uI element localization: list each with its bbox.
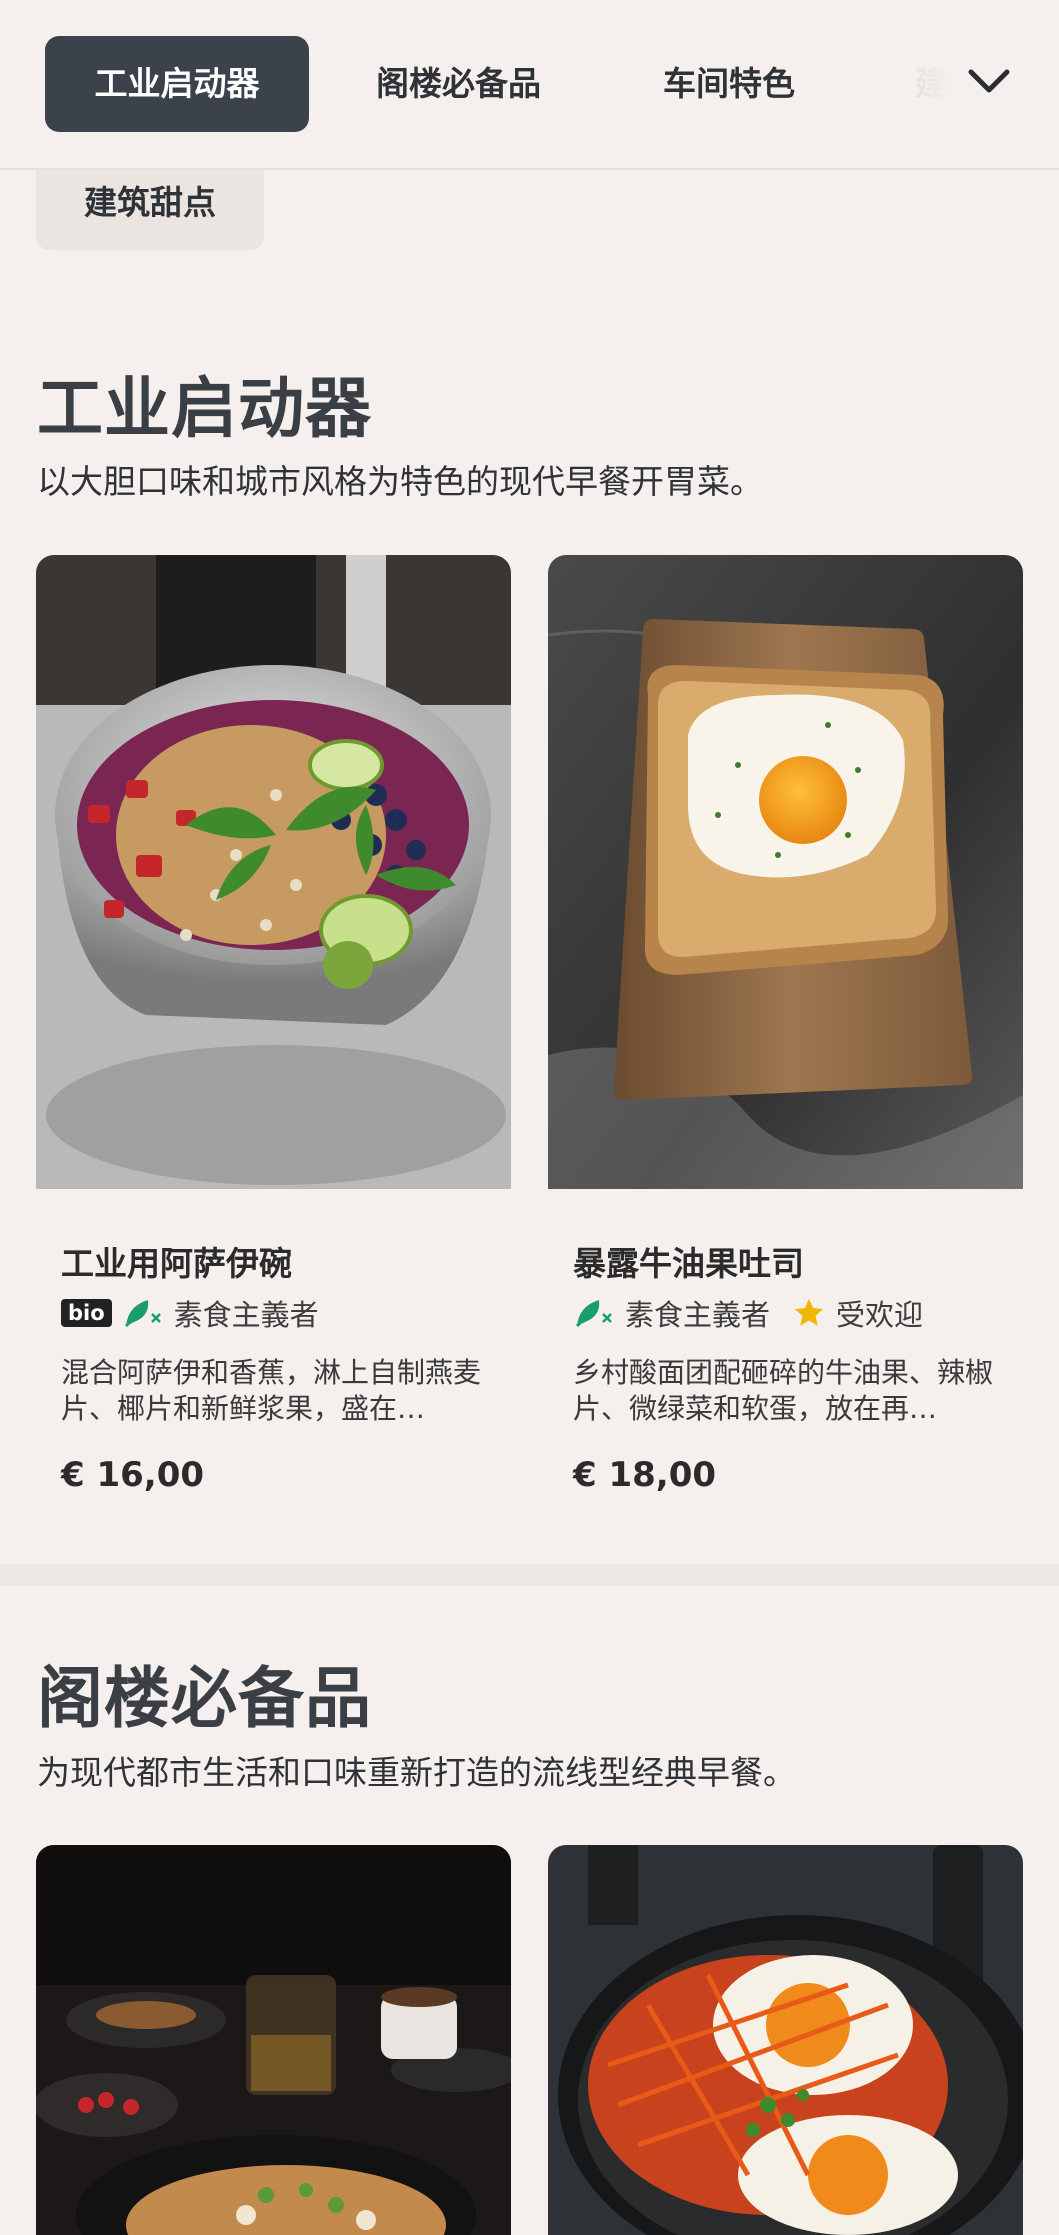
menu-item-card[interactable] <box>548 1845 1023 2235</box>
chevron-down-icon[interactable] <box>965 62 1013 102</box>
section-description: 为现代都市生活和口味重新打造的流线型经典早餐。 <box>37 1753 796 1792</box>
skillet-breakfast-photo <box>36 1845 511 2235</box>
item-name: 暴露牛油果吐司 <box>573 1244 804 1283</box>
menu-item-card[interactable]: 工业用阿萨伊碗 bio 素食主義者 混合阿萨伊和香蕉，淋上自制燕麦片、椰片和新鲜… <box>36 555 511 1545</box>
popular-label: 受欢迎 <box>836 1298 924 1332</box>
item-description: 混合阿萨伊和香蕉，淋上自制燕麦片、椰片和新鲜浆果，盛在… <box>61 1356 482 1425</box>
section-divider <box>0 1564 1059 1586</box>
menu-item-card[interactable]: 暴露牛油果吐司 素食主義者 受欢迎 乡村酸面团配砸碎的牛油果、辣椒片、微绿菜和软… <box>548 555 1023 1545</box>
star-icon <box>794 1298 824 1326</box>
section-title: 阁楼必备品 <box>37 1660 372 1737</box>
category-nav: 工业启动器 阁楼必备品 车间特色 建 <box>0 0 1059 170</box>
shakshuka-skillet-photo <box>548 1845 1023 2235</box>
menu-item-card[interactable] <box>36 1845 511 2235</box>
avocado-toast-photo <box>548 555 1023 1189</box>
section-description: 以大胆口味和城市风格为特色的现代早餐开胃菜。 <box>37 462 763 501</box>
vegetarian-leaf-icon <box>575 1300 612 1328</box>
vegetarian-leaf-icon <box>124 1300 161 1328</box>
item-description: 乡村酸面团配砸碎的牛油果、辣椒片、微绿菜和软蛋，放在再… <box>573 1356 994 1425</box>
diet-label: 素食主義者 <box>625 1298 771 1332</box>
item-tags: bio 素食主義者 <box>61 1293 319 1333</box>
item-price: € 18,00 <box>573 1455 717 1495</box>
item-tags: 素食主義者 受欢迎 <box>573 1293 923 1333</box>
tab-architecture-desserts[interactable]: 建筑甜点 <box>36 166 264 250</box>
diet-label: 素食主義者 <box>173 1298 319 1332</box>
item-name: 工业用阿萨伊碗 <box>61 1244 292 1283</box>
tab-loft-essentials[interactable]: 阁楼必备品 <box>376 36 541 132</box>
tab-industrial-starters[interactable]: 工业启动器 <box>45 36 309 132</box>
acai-bowl-photo <box>36 555 511 1189</box>
section-title: 工业启动器 <box>37 370 372 447</box>
item-price: € 16,00 <box>61 1455 205 1495</box>
tab-workshop-specials[interactable]: 车间特色 <box>663 36 795 132</box>
bio-badge: bio <box>61 1299 112 1327</box>
